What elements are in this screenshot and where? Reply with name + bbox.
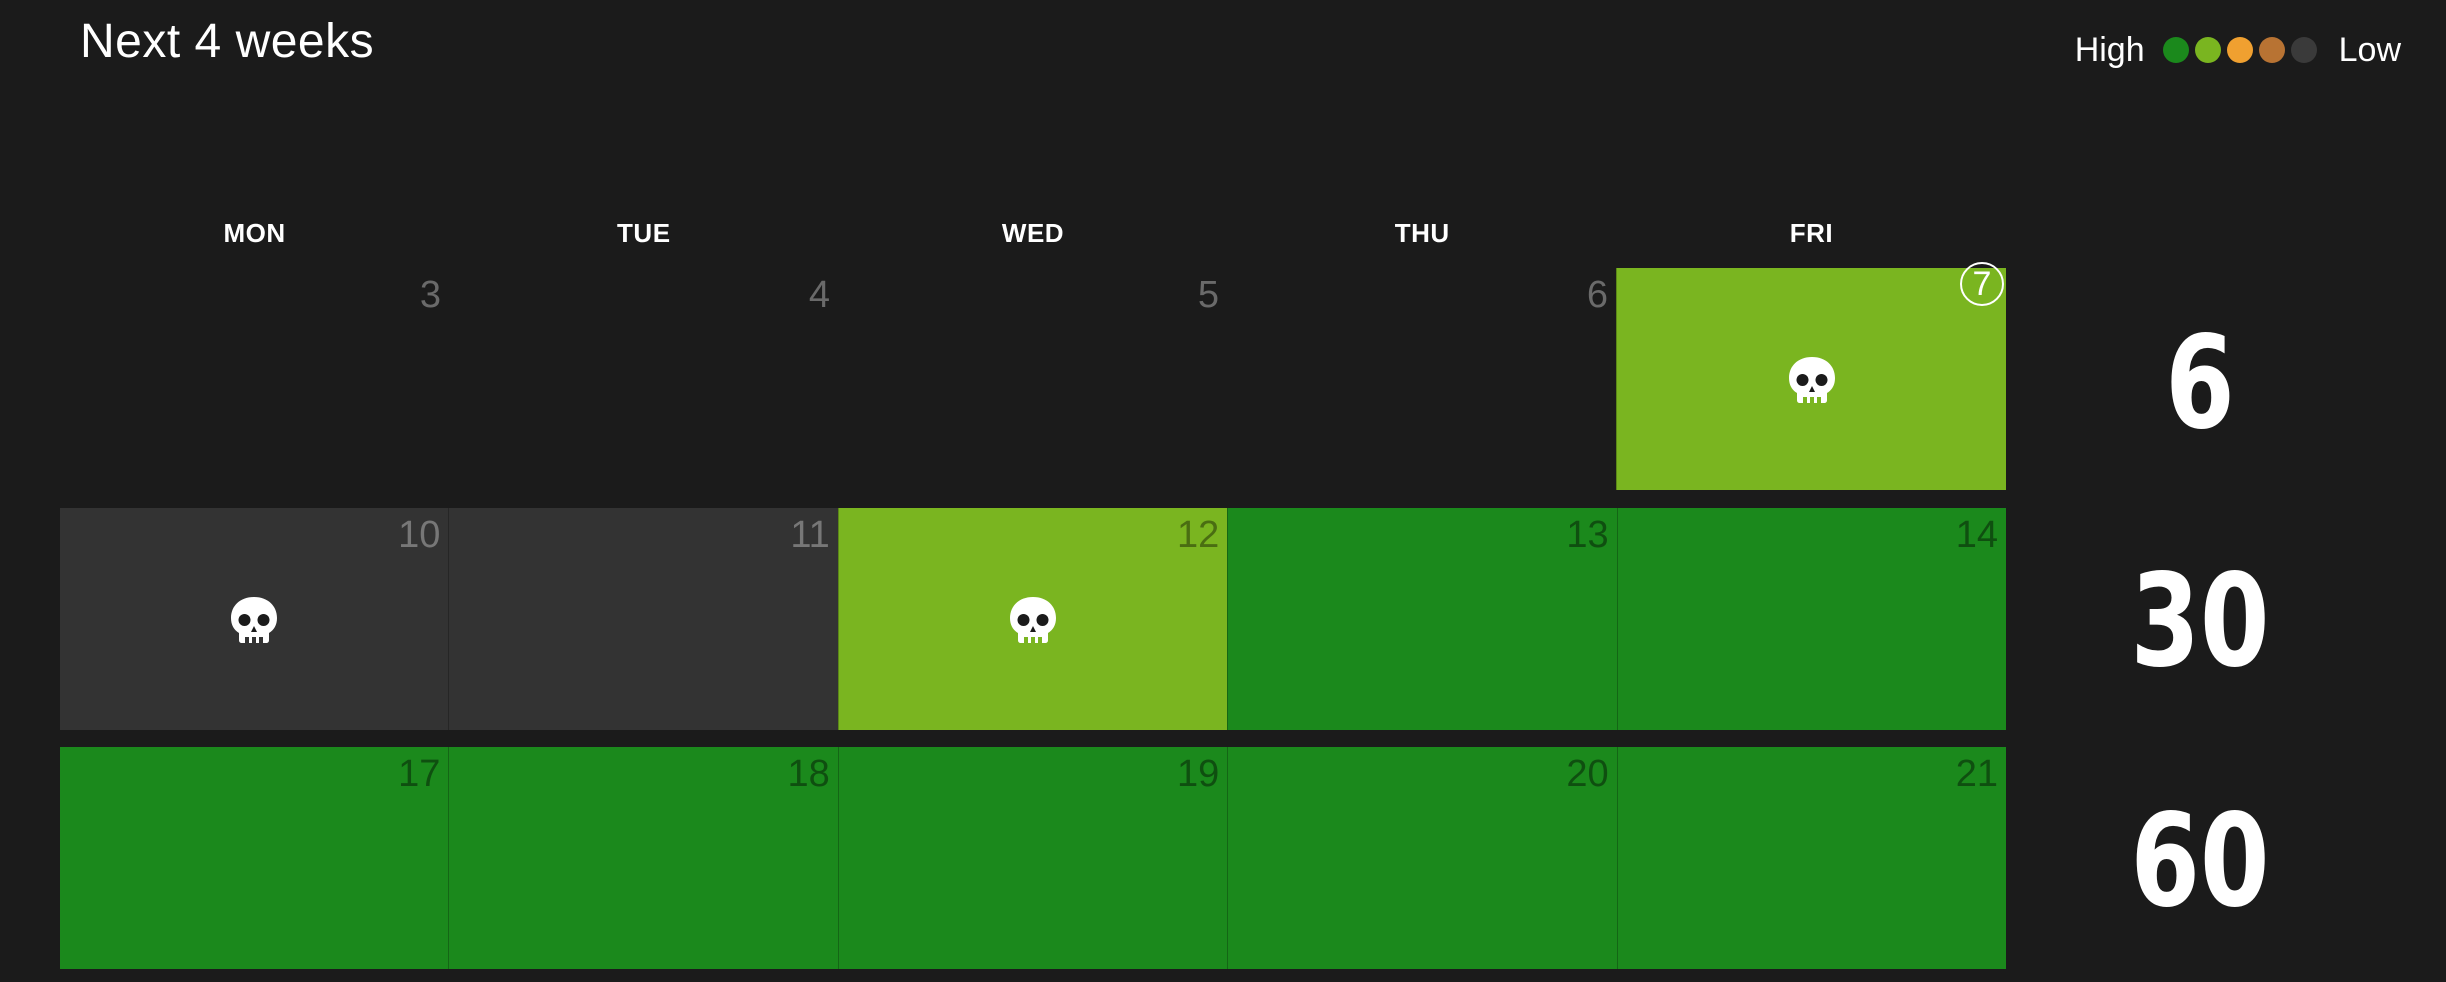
day-number: 17 (398, 753, 441, 795)
day-cell[interactable]: 21 (1616, 747, 2007, 969)
day-number: 3 (419, 274, 441, 316)
day-number: 6 (1586, 274, 1608, 316)
day-cell[interactable]: 3 (60, 268, 449, 490)
day-number: 4 (808, 274, 830, 316)
day-cell[interactable]: 18 (448, 747, 838, 969)
weekday-tue: TUE (617, 218, 671, 248)
legend-dot-1 (2162, 37, 2189, 63)
day-number: 14 (1955, 514, 1999, 556)
day-number: 5 (1197, 274, 1219, 316)
week-row-3: 17 18 19 20 21 (60, 747, 2007, 969)
day-cell[interactable]: 17 (60, 747, 449, 969)
legend-low-label: Low (2338, 30, 2401, 69)
day-number: 18 (787, 753, 830, 795)
page-title: Next 4 weeks (80, 15, 375, 68)
day-cell[interactable]: 20 (1227, 747, 1617, 969)
day-cell[interactable]: 4 (449, 268, 838, 490)
day-number: 10 (398, 514, 441, 556)
day-cell-today[interactable]: 7 (1616, 262, 2006, 490)
legend-dot-5 (2290, 37, 2317, 63)
skull-icon (1007, 595, 1059, 651)
weekday-wed: WED (1001, 218, 1065, 248)
legend-dot-2 (2194, 37, 2221, 63)
day-number: 13 (1566, 514, 1609, 556)
day-number: 11 (790, 514, 830, 556)
day-cell[interactable]: 11 (448, 508, 838, 730)
week-count-2: 30 (2130, 547, 2270, 696)
week-row-2: 10 11 12 13 14 (60, 508, 2007, 730)
weekday-mon: MON (223, 218, 286, 248)
day-cell[interactable]: 19 (837, 747, 1228, 969)
day-cell[interactable]: 6 (1227, 268, 1616, 490)
day-number: 12 (1176, 514, 1220, 556)
skull-icon (1786, 355, 1838, 411)
skull-icon (228, 595, 280, 651)
today-day-number: 7 (1960, 262, 2004, 306)
weekday-header: MON TUE WED THU FRI (60, 218, 2006, 249)
weekday-fri: FRI (1789, 218, 1834, 248)
legend-dot-4 (2258, 37, 2285, 63)
day-number: 21 (1955, 753, 1999, 795)
day-cell[interactable]: 10 (60, 508, 449, 730)
day-number: 20 (1566, 753, 1609, 795)
day-cell[interactable]: 5 (838, 268, 1227, 490)
week-count-3: 60 (2130, 787, 2270, 936)
weekday-thu: THU (1394, 218, 1450, 248)
day-cell[interactable]: 12 (837, 508, 1228, 730)
legend-dot-3 (2226, 37, 2253, 63)
day-cell[interactable]: 13 (1227, 508, 1617, 730)
legend-high-label: High (2074, 30, 2145, 69)
availability-legend: High Low (2075, 28, 2401, 72)
legend-color-scale (2162, 37, 2317, 63)
day-number: 19 (1176, 753, 1220, 795)
week-count-1: 6 (2165, 309, 2235, 458)
day-cell[interactable]: 14 (1616, 508, 2007, 730)
week-row-1: 3 4 5 6 7 (60, 262, 2006, 490)
